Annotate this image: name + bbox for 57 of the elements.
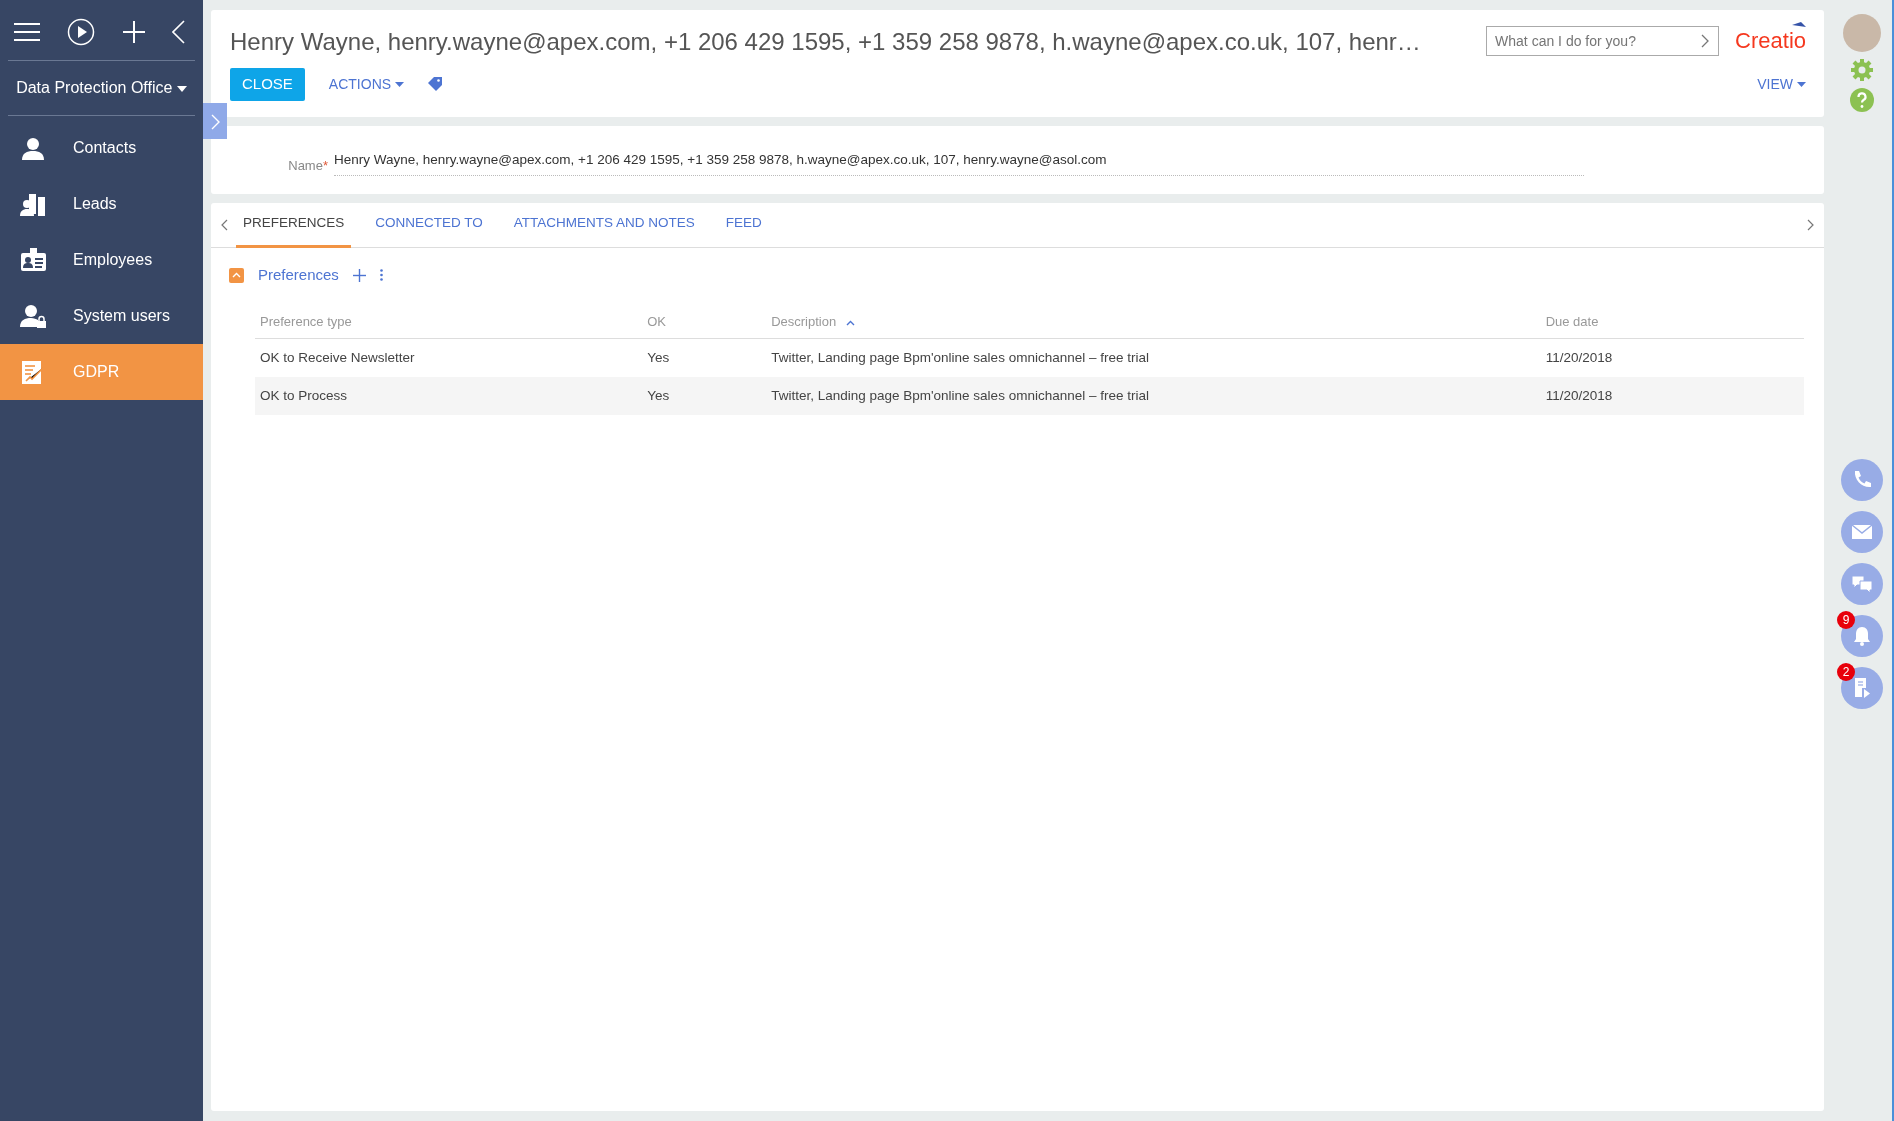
chevron-right-icon[interactable] — [1701, 33, 1710, 48]
tab[interactable]: ATTACHMENTS AND NOTES — [506, 201, 702, 249]
actions-dropdown[interactable]: ACTIONS — [328, 73, 405, 95]
chevron-left-icon[interactable] — [221, 218, 228, 231]
page-title: Henry Wayne, henry.wayne@apex.com, +1 206 429 1595, +1 359 258 9878, h.wayne@apex.co.uk, 107, henr… — [230, 27, 1421, 57]
caret-icon — [395, 81, 405, 87]
column-header[interactable]: Preference type — [260, 314, 352, 330]
field-label: Name* — [287, 157, 329, 176]
tab[interactable]: FEED — [718, 201, 769, 249]
sidebar-item[interactable]: Contacts — [0, 120, 203, 176]
chevron-up-icon — [232, 272, 241, 278]
caret-icon — [1797, 81, 1806, 87]
caret-icon — [176, 85, 187, 92]
column-header[interactable]: Description — [771, 314, 837, 330]
phone-button[interactable] — [1841, 459, 1883, 501]
swoosh-icon — [1792, 22, 1806, 30]
chat-button[interactable] — [1841, 563, 1883, 605]
plus-icon[interactable] — [122, 21, 145, 43]
table-cell: Yes — [647, 349, 670, 365]
column-header[interactable]: OK — [647, 314, 667, 330]
chevron-right-icon[interactable] — [1807, 218, 1814, 231]
table-cell: Twitter, Landing page Bpm'online sales omnichannel – free trial — [771, 349, 1149, 365]
count-badge: 9 — [1837, 611, 1855, 629]
logo: Creatio — [1735, 24, 1806, 57]
required-mark: * — [322, 158, 328, 174]
table-cell: 11/20/2018 — [1545, 349, 1613, 365]
sort-ascending-icon[interactable] — [845, 319, 855, 326]
sidebar-item[interactable]: System users — [0, 288, 203, 344]
chevron-right-icon — [210, 113, 220, 130]
more-icon[interactable] — [379, 269, 383, 281]
table-cell: Twitter, Landing page Bpm'online sales omnichannel – free trial — [771, 388, 1149, 403]
workplace-dropdown[interactable]: Data Protection Office — [10, 75, 193, 101]
sidebar-item[interactable]: Employees — [0, 232, 203, 288]
play-circle-icon[interactable] — [67, 18, 96, 46]
view-dropdown[interactable]: VIEW — [1757, 73, 1806, 95]
collapse-toggle[interactable] — [229, 267, 244, 283]
table-cell: OK to Receive Newsletter — [260, 349, 415, 365]
detail-title[interactable]: Preferences — [258, 263, 339, 287]
sidebar-item[interactable]: Leads — [0, 176, 203, 232]
person-lock-icon — [20, 303, 47, 329]
close-button[interactable]: CLOSE — [230, 68, 305, 101]
table-cell: OK to Process — [260, 388, 348, 403]
table-cell: 11/20/2018 — [1545, 388, 1613, 403]
tab[interactable]: CONNECTED TO — [368, 201, 490, 249]
tag-icon[interactable] — [428, 77, 443, 92]
tab[interactable]: PREFERENCES — [236, 201, 352, 249]
email-button[interactable] — [1841, 511, 1883, 553]
person-building-icon — [20, 191, 47, 217]
menu-icon[interactable] — [14, 22, 40, 42]
name-field[interactable]: Henry Wayne, henry.wayne@apex.com, +1 206 429 1595, +1 359 258 9878, h.wayne@apex.co.uk, 107, henry.wayne@asol.com — [334, 149, 1584, 176]
table-cell: Yes — [647, 388, 670, 403]
column-header[interactable]: Due date — [1545, 314, 1599, 330]
search-field[interactable]: What can I do for you? — [1486, 25, 1720, 56]
count-badge: 2 — [1837, 663, 1855, 681]
person-icon — [20, 135, 47, 161]
plus-icon[interactable] — [352, 268, 366, 282]
id-card-icon — [20, 247, 47, 273]
